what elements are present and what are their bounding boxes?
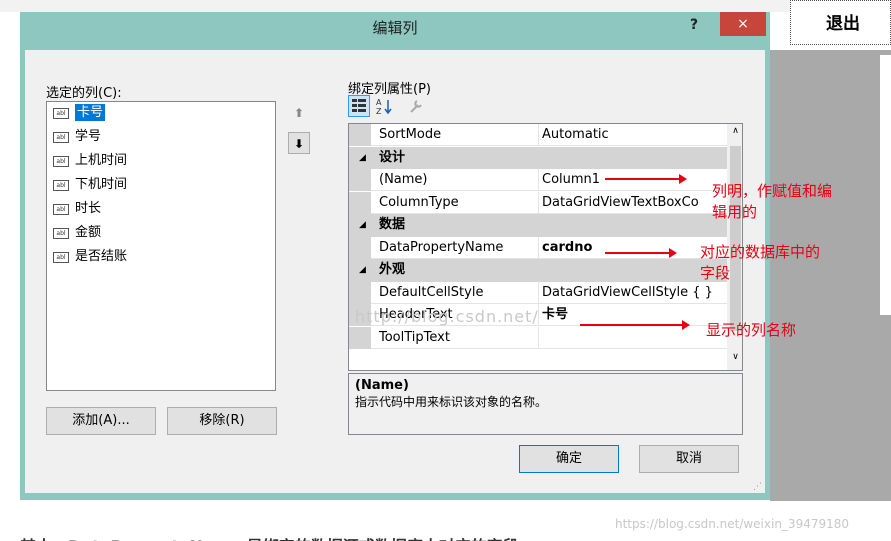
abl-icon: abl: [53, 180, 69, 191]
scroll-up-icon[interactable]: ∧: [727, 126, 742, 136]
selected-columns-label: 选定的列(C):: [46, 86, 122, 101]
description-title: (Name): [355, 378, 409, 393]
move-down-button[interactable]: ⬇: [288, 132, 310, 154]
close-button[interactable]: ×: [720, 12, 766, 36]
collapse-icon[interactable]: ◢: [359, 259, 366, 281]
background-side-panel: [880, 55, 891, 315]
screenshot-root: 退出 编辑列 ? × 选定的列(C): abl 卡号 abl 学号 abl 上机时间 …: [0, 0, 891, 541]
column-list-item[interactable]: abl 时长: [47, 198, 275, 222]
background-strip: [0, 0, 891, 12]
data-annotation-line1: 对应的数据库中的: [700, 243, 821, 261]
column-list-item[interactable]: abl 卡号: [47, 102, 275, 126]
dialog-title: 编辑列: [372, 19, 418, 37]
collapse-icon[interactable]: ◢: [359, 147, 366, 169]
property-row[interactable]: SortMode Automatic: [349, 124, 742, 147]
exit-button[interactable]: 退出: [790, 0, 891, 45]
annotation-arrow: [580, 320, 690, 330]
scroll-thumb[interactable]: [730, 146, 741, 331]
categorized-view-button[interactable]: [348, 95, 370, 117]
watermark: https://blog.csdn.net/weixin_39479180: [615, 517, 850, 531]
background-grey-area: [770, 50, 891, 501]
abl-icon: abl: [53, 132, 69, 143]
exit-label: 退出: [826, 14, 860, 34]
column-list-item[interactable]: abl 是否结账: [47, 246, 275, 270]
description-text: 指示代码中用来标识该对象的名称。: [355, 395, 548, 409]
selected-columns-list[interactable]: abl 卡号 abl 学号 abl 上机时间 abl 下机时间 abl 时长 abl 金额 …: [46, 101, 276, 391]
property-category[interactable]: ◢ 外观: [349, 259, 742, 282]
header-annotation: 显示的列名称: [706, 321, 797, 339]
abl-icon: abl: [53, 204, 69, 215]
remove-button[interactable]: 移除(R): [167, 407, 277, 435]
column-list-item[interactable]: abl 下机时间: [47, 174, 275, 198]
column-list-item[interactable]: abl 学号: [47, 126, 275, 150]
ghost-watermark: http://blog.csdn.net/: [355, 307, 539, 326]
property-category[interactable]: ◢ 数据: [349, 214, 742, 237]
abl-icon: abl: [53, 108, 69, 119]
annotation-arrow: [605, 174, 687, 184]
collapse-icon[interactable]: ◢: [359, 214, 366, 236]
abl-icon: abl: [53, 228, 69, 239]
resize-grip-icon[interactable]: ⋰: [753, 482, 762, 492]
data-annotation-line2: 字段: [700, 264, 731, 282]
abl-icon: abl: [53, 156, 69, 167]
name-annotation-line2: 辑用的: [712, 203, 758, 221]
alphabetical-view-button[interactable]: AZ: [373, 95, 395, 117]
property-row[interactable]: DataPropertyName cardno: [349, 236, 742, 260]
help-button[interactable]: ?: [690, 12, 710, 38]
dialog-client-area: 选定的列(C): abl 卡号 abl 学号 abl 上机时间 abl 下机时间 abl…: [25, 50, 765, 493]
name-annotation-line1: 列明，作赋值和编: [712, 182, 833, 200]
ok-button[interactable]: 确定: [519, 445, 619, 473]
move-up-button[interactable]: ⬆: [288, 102, 310, 124]
categorized-icon: [352, 99, 366, 112]
property-row[interactable]: ColumnType DataGridViewTextBoxCo: [349, 191, 742, 215]
property-description-panel: (Name) 指示代码中用来标识该对象的名称。: [348, 373, 743, 435]
cancel-button[interactable]: 取消: [639, 445, 739, 473]
svg-text:A: A: [376, 98, 382, 107]
scroll-down-icon[interactable]: ∨: [727, 352, 742, 362]
property-row[interactable]: DefaultCellStyle DataGridViewCellStyle { …: [349, 281, 742, 305]
property-pages-button[interactable]: [405, 95, 427, 117]
svg-text:Z: Z: [376, 107, 382, 116]
sort-az-icon: AZ: [376, 98, 392, 116]
add-button[interactable]: 添加(A)...: [46, 407, 156, 435]
annotation-arrow: [605, 248, 677, 258]
column-list-item[interactable]: abl 金额: [47, 222, 275, 246]
property-category[interactable]: ◢ 设计: [349, 146, 742, 169]
column-list-item[interactable]: abl 上机时间: [47, 150, 275, 174]
property-grid[interactable]: SortMode Automatic ◢ 设计 (Name) Column1 Colu…: [348, 123, 743, 371]
caption: 其中：DataPropertyName 是绑定的数据源或数据库中对应的字段: [20, 533, 519, 541]
abl-icon: abl: [53, 252, 69, 263]
wrench-icon: [410, 100, 422, 113]
edit-columns-dialog: 编辑列 ? × 选定的列(C): abl 卡号 abl 学号 abl 上机时间 abl…: [20, 12, 770, 500]
